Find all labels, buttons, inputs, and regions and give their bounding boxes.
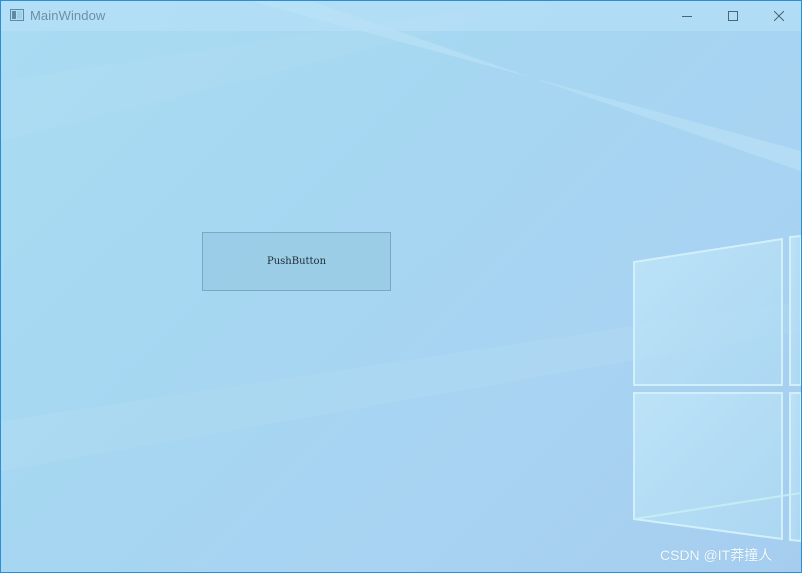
app-window-icon bbox=[10, 9, 24, 21]
minimize-button[interactable] bbox=[664, 1, 710, 31]
maximize-button[interactable] bbox=[710, 1, 756, 31]
desktop-wallpaper bbox=[1, 1, 801, 543]
close-button[interactable] bbox=[756, 1, 801, 31]
title-bar[interactable]: MainWindow bbox=[1, 1, 801, 31]
window-title: MainWindow bbox=[30, 8, 106, 23]
push-button[interactable]: PushButton bbox=[202, 232, 391, 291]
watermark-text: CSDN @IT莽撞人 bbox=[660, 547, 773, 563]
main-window: MainWindow PushButton CSDN @IT莽撞人 bbox=[0, 0, 802, 573]
close-icon bbox=[774, 11, 784, 21]
maximize-icon bbox=[728, 11, 738, 21]
minimize-icon bbox=[682, 16, 692, 17]
